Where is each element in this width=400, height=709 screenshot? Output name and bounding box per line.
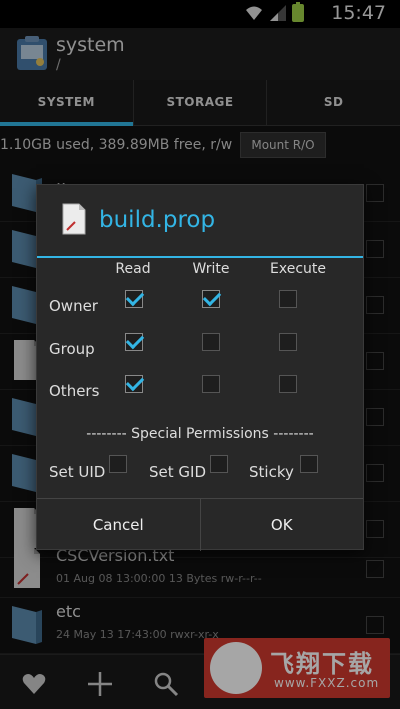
set-gid-checkbox[interactable] xyxy=(210,455,228,473)
sticky-label: Sticky xyxy=(249,463,294,481)
column-write: Write xyxy=(192,261,230,277)
others-read-checkbox[interactable] xyxy=(125,375,143,393)
owner-write-checkbox[interactable] xyxy=(202,290,220,308)
set-uid-checkbox[interactable] xyxy=(109,455,127,473)
dialog-header: build.prop xyxy=(37,185,363,256)
set-uid-label: Set UID xyxy=(49,463,106,481)
owner-read-checkbox[interactable] xyxy=(125,290,143,308)
dialog-button-bar: Cancel OK xyxy=(37,498,363,551)
group-read-checkbox[interactable] xyxy=(125,333,143,351)
sticky-checkbox[interactable] xyxy=(300,455,318,473)
ok-button[interactable]: OK xyxy=(199,499,364,551)
row-owner-label: Owner xyxy=(49,297,98,315)
column-read: Read xyxy=(115,261,151,277)
permissions-dialog: build.prop Read Write Execute Owner Grou… xyxy=(36,184,364,551)
set-gid-label: Set GID xyxy=(149,463,206,481)
group-write-checkbox[interactable] xyxy=(202,333,220,351)
owner-execute-checkbox[interactable] xyxy=(279,290,297,308)
others-execute-checkbox[interactable] xyxy=(279,375,297,393)
dialog-title: build.prop xyxy=(99,207,216,233)
row-others-label: Others xyxy=(49,382,100,400)
row-group-label: Group xyxy=(49,340,95,358)
dialog-divider xyxy=(37,256,363,258)
column-execute: Execute xyxy=(270,261,326,277)
group-execute-checkbox[interactable] xyxy=(279,333,297,351)
cancel-button[interactable]: Cancel xyxy=(37,499,200,551)
file-icon xyxy=(62,203,86,235)
others-write-checkbox[interactable] xyxy=(202,375,220,393)
special-permissions-heading: -------- Special Permissions -------- xyxy=(86,426,314,442)
